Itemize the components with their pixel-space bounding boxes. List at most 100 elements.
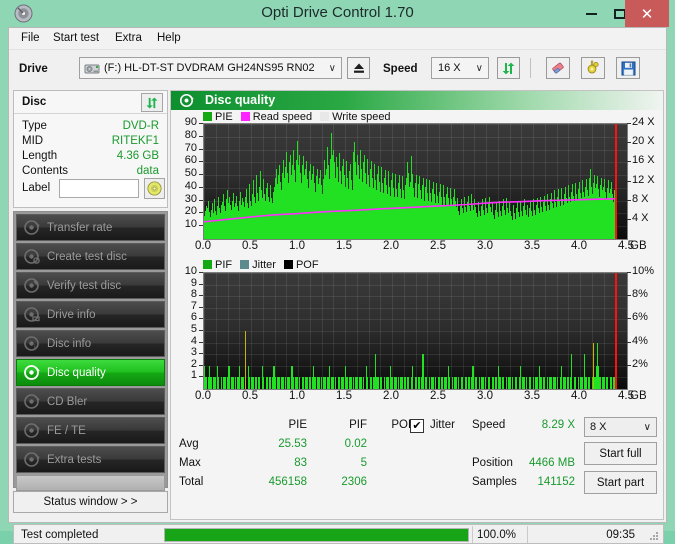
data-bar bbox=[342, 377, 344, 389]
disc-quality-icon bbox=[23, 364, 40, 381]
y2-axis-tick-label: 4 X bbox=[632, 211, 649, 224]
data-bar bbox=[478, 377, 480, 389]
y-axis-tick-label: 80 bbox=[184, 128, 197, 141]
test-speed-select[interactable]: 8 X ∨ bbox=[584, 417, 657, 437]
y2-axis-tick-label: 12 X bbox=[632, 173, 655, 186]
start-part-button[interactable]: Start part bbox=[584, 471, 657, 494]
disc-label-label: Label bbox=[22, 182, 51, 194]
data-bar bbox=[238, 365, 240, 389]
stat-row-total-label: Total bbox=[179, 476, 204, 488]
pif-chart: PIF Jitter POF 1 2 3 4 5 6 7 8 9 10 2% 4% 6% 8% 10% 0.0… bbox=[171, 258, 663, 408]
data-bar bbox=[509, 377, 511, 389]
menu-file[interactable]: File bbox=[19, 32, 42, 44]
sidebar-item-extra-tests[interactable]: Extra tests bbox=[16, 446, 165, 473]
drive-icon bbox=[84, 61, 100, 77]
save-button[interactable] bbox=[616, 57, 640, 79]
status-window-button[interactable]: Status window > > bbox=[13, 491, 168, 513]
data-bar bbox=[356, 377, 359, 389]
menu-extra[interactable]: Extra bbox=[113, 32, 144, 44]
pie-max-value: 83 bbox=[294, 457, 307, 469]
data-bar bbox=[210, 377, 212, 389]
resize-grip[interactable] bbox=[650, 532, 659, 541]
gridline bbox=[204, 331, 627, 332]
pif-total-value: 2306 bbox=[341, 476, 367, 488]
disc-label-input[interactable] bbox=[59, 179, 139, 198]
y-axis-tick bbox=[199, 225, 203, 226]
grip-dot bbox=[656, 538, 658, 540]
data-bar bbox=[519, 365, 522, 389]
sidebar-item-create-test-disc[interactable]: Create test disc bbox=[16, 243, 165, 270]
pie-plot-area[interactable] bbox=[203, 123, 628, 240]
menu-bar: File Start test Extra Help bbox=[9, 28, 666, 50]
disc-group-header: Disc bbox=[14, 91, 167, 114]
sidebar-item-transfer-rate[interactable]: Transfer rate bbox=[16, 214, 165, 241]
data-bar bbox=[567, 377, 569, 389]
data-bar bbox=[334, 377, 337, 389]
disc-extra-icon bbox=[23, 451, 40, 468]
data-bar bbox=[266, 377, 269, 389]
data-bar bbox=[415, 377, 418, 389]
read-disc-label-button[interactable] bbox=[144, 178, 165, 199]
data-bar bbox=[232, 377, 234, 389]
progress-bar bbox=[164, 528, 469, 542]
disc-refresh-button[interactable] bbox=[141, 93, 163, 112]
settings-button[interactable] bbox=[581, 57, 605, 79]
menu-help[interactable]: Help bbox=[155, 32, 183, 44]
sidebar-item-disc-info[interactable]: i Disc info bbox=[16, 330, 165, 357]
pif-plot-area[interactable] bbox=[203, 272, 628, 390]
drive-value: (F:) HL-DT-ST DVDRAM GH24NS95 RN02 bbox=[104, 62, 315, 74]
disc-info-icon: i bbox=[23, 335, 40, 352]
gridline bbox=[204, 343, 627, 344]
legend-entry-pif: PIF bbox=[203, 259, 232, 271]
y-axis-tick bbox=[199, 200, 203, 201]
speed-select[interactable]: 16 X ∨ bbox=[431, 57, 489, 79]
data-bar bbox=[492, 377, 495, 389]
legend-swatch bbox=[320, 112, 330, 121]
jitter-checkbox[interactable]: ✔ bbox=[410, 419, 424, 433]
sidebar-item-fe-te[interactable]: FE / TE bbox=[16, 417, 165, 444]
sidebar-item-disc-quality[interactable]: Disc quality bbox=[16, 359, 165, 386]
data-bar bbox=[259, 377, 261, 389]
erase-disc-button[interactable] bbox=[546, 57, 570, 79]
y-axis-tick bbox=[199, 318, 203, 319]
data-bar bbox=[560, 365, 563, 389]
sidebar-item-label: Verify test disc bbox=[47, 279, 122, 292]
y2-axis-tick bbox=[627, 161, 631, 162]
data-bar bbox=[242, 377, 244, 389]
y-axis-tick-label: 5 bbox=[190, 323, 197, 335]
gridline bbox=[204, 354, 627, 355]
y-axis-tick bbox=[199, 161, 203, 162]
data-bar bbox=[320, 377, 323, 389]
eject-button[interactable] bbox=[347, 57, 370, 79]
pie-chart-legend: PIE Read speed Write speed bbox=[203, 110, 396, 123]
x-axis-tick-label: 1.0 bbox=[289, 390, 305, 402]
menu-start-test[interactable]: Start test bbox=[51, 32, 101, 44]
minimize-button[interactable] bbox=[575, 0, 607, 27]
y2-axis-tick-label: 8 X bbox=[632, 192, 649, 205]
sidebar-item-verify-test-disc[interactable]: Verify test disc bbox=[16, 272, 165, 299]
sidebar-item-cd-bler[interactable]: CD Bler bbox=[16, 388, 165, 415]
start-full-button[interactable]: Start full bbox=[584, 442, 657, 465]
sidebar-item-drive-info[interactable]: Drive info bbox=[16, 301, 165, 328]
data-bar bbox=[338, 377, 341, 389]
data-bar bbox=[404, 377, 406, 389]
stat-header-pie: PIE bbox=[288, 419, 307, 431]
data-bar bbox=[328, 365, 330, 389]
data-bar bbox=[603, 377, 605, 389]
speed-stat-label: Speed bbox=[472, 419, 506, 431]
disc-create-icon bbox=[23, 248, 40, 265]
status-bar: Test completed 100.0% 09:35 bbox=[13, 524, 664, 544]
drive-select[interactable]: (F:) HL-DT-ST DVDRAM GH24NS95 RN02 ∨ bbox=[79, 57, 342, 79]
data-bar bbox=[462, 377, 464, 389]
speed-value: 16 X bbox=[438, 62, 461, 74]
y2-axis-tick-label: 6% bbox=[632, 311, 648, 324]
data-bar bbox=[296, 377, 298, 389]
legend-swatch bbox=[203, 260, 212, 269]
grip-dot bbox=[656, 532, 658, 534]
data-spike bbox=[593, 342, 595, 389]
close-button[interactable]: ✕ bbox=[625, 0, 669, 27]
pif-chart-legend: PIF Jitter POF bbox=[203, 258, 324, 271]
y-axis-tick-label: 50 bbox=[184, 167, 197, 180]
refresh-button[interactable] bbox=[497, 57, 520, 79]
grip-dot bbox=[653, 535, 655, 537]
